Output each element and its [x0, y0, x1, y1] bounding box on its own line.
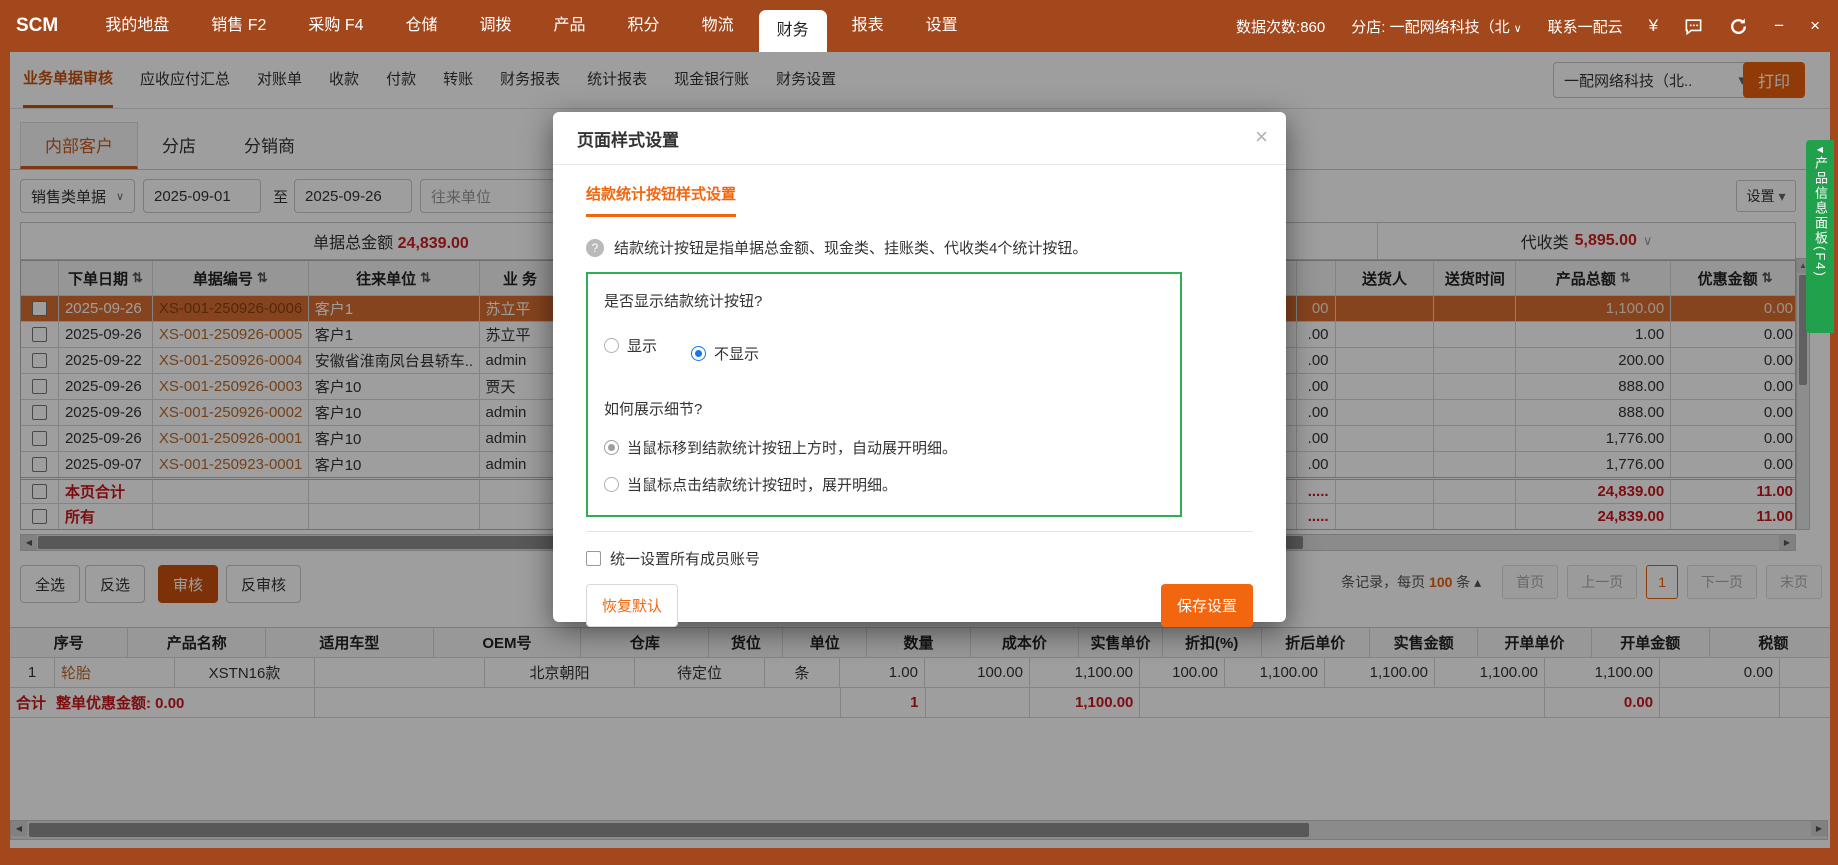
top-nav-item-label: 我的地盘: [105, 17, 169, 34]
top-right-cluster: 数据次数:860 分店: 一配网络科技（北 ∨ 联系一配云 ¥ − ×: [1210, 0, 1838, 52]
modal-title: 页面样式设置: [577, 126, 679, 151]
radio-hover-expand[interactable]: 当鼠标移到结款统计按钮上方时，自动展开明细。: [604, 437, 1164, 458]
top-nav-item[interactable]: 设置: [926, 0, 958, 52]
settings-group: 是否显示结款统计按钮? 显示 不显示 如何展示细节? 当鼠标移到结款统计按钮上方…: [586, 272, 1182, 517]
radio-icon[interactable]: [604, 477, 619, 492]
branch-label: 分店: 一配网络科技（北: [1351, 19, 1509, 36]
page-frame-left: [0, 52, 10, 865]
radio-click-expand[interactable]: 当鼠标点击结款统计按钮时，展开明细。: [604, 474, 1164, 495]
close-window-button[interactable]: ×: [1810, 16, 1820, 36]
radio-hide[interactable]: 不显示: [691, 343, 759, 364]
help-icon: ?: [586, 239, 604, 257]
product-info-panel-label: 产品信息面板(F4): [1807, 156, 1833, 278]
app-logo: SCM: [16, 0, 58, 52]
restore-default-button[interactable]: 恢复默认: [586, 584, 678, 627]
apply-all-members-checkbox-row[interactable]: 统一设置所有成员账号: [586, 548, 1253, 569]
top-nav-item-label: 销售 F2: [211, 17, 266, 34]
currency-icon[interactable]: ¥: [1649, 16, 1658, 36]
top-nav-item[interactable]: 产品: [554, 0, 586, 52]
top-nav-item[interactable]: 积分: [628, 0, 660, 52]
modal-header: 页面样式设置 ×: [553, 112, 1286, 165]
radio-hover-label: 当鼠标移到结款统计按钮上方时，自动展开明细。: [627, 437, 957, 458]
page-frame-bottom: [0, 848, 1838, 865]
top-nav-item-label: 积分: [628, 17, 660, 34]
modal-help-text: 结款统计按钮是指单据总金额、现金类、挂账类、代收类4个统计按钮。: [614, 237, 1087, 258]
top-nav-item-label: 仓储: [406, 17, 438, 34]
modal-body: 结款统计按钮样式设置 ? 结款统计按钮是指单据总金额、现金类、挂账类、代收类4个…: [553, 165, 1286, 627]
top-nav-item-label: 调拨: [480, 17, 512, 34]
contact-link[interactable]: 联系一配云: [1548, 16, 1623, 37]
radio-show-label: 显示: [627, 335, 657, 356]
branch-selector[interactable]: 分店: 一配网络科技（北 ∨: [1351, 16, 1521, 37]
top-nav-item[interactable]: 仓储: [406, 0, 438, 52]
top-nav-item[interactable]: 财务: [759, 10, 827, 52]
radio-selected-disabled-icon[interactable]: [604, 440, 619, 455]
message-icon[interactable]: [1684, 17, 1703, 36]
top-nav-items: 我的地盘 销售 F2 采购 F4 仓储 调拨 产品 积分 物流 财务 报表 设置: [84, 0, 978, 52]
top-nav-item[interactable]: 报表: [852, 0, 884, 52]
product-info-panel-tab[interactable]: ◀ 产品信息面板(F4): [1806, 140, 1834, 333]
checkbox-icon[interactable]: [586, 551, 601, 566]
top-nav-item-label: 物流: [702, 17, 734, 34]
top-nav-item[interactable]: 调拨: [480, 0, 512, 52]
radio-icon[interactable]: [604, 338, 619, 353]
question-detail-display: 如何展示细节?: [604, 398, 1164, 419]
top-nav-item[interactable]: 我的地盘: [105, 0, 169, 52]
modal-divider: [586, 531, 1253, 532]
top-nav-item[interactable]: 物流: [702, 0, 734, 52]
save-settings-button[interactable]: 保存设置: [1161, 584, 1253, 627]
modal-help-row: ? 结款统计按钮是指单据总金额、现金类、挂账类、代收类4个统计按钮。: [586, 237, 1253, 258]
top-nav-item[interactable]: 销售 F2: [211, 0, 266, 52]
page-style-settings-modal: 页面样式设置 × 结款统计按钮样式设置 ? 结款统计按钮是指单据总金额、现金类、…: [553, 112, 1286, 622]
top-nav-item-label: 设置: [926, 17, 958, 34]
top-nav-bar: SCM 我的地盘 销售 F2 采购 F4 仓储 调拨 产品 积分 物流 财务 报表 设置 数据次数:…: [0, 0, 1838, 52]
top-nav-item-label: 报表: [852, 17, 884, 34]
radio-hide-label: 不显示: [714, 343, 759, 364]
question-show-buttons: 是否显示结款统计按钮?: [604, 290, 1164, 311]
top-nav-item-label: 产品: [554, 17, 586, 34]
minimize-button[interactable]: −: [1774, 16, 1784, 36]
close-icon[interactable]: ×: [1255, 124, 1268, 150]
radio-click-label: 当鼠标点击结款统计按钮时，展开明细。: [627, 474, 897, 495]
collapse-left-icon: ◀: [1817, 145, 1823, 154]
show-options: 显示 不显示: [604, 327, 1164, 364]
chevron-down-icon: ∨: [1514, 23, 1522, 35]
radio-selected-icon[interactable]: [691, 346, 706, 361]
apply-all-members-label: 统一设置所有成员账号: [610, 548, 760, 569]
top-nav-item[interactable]: 采购 F4: [308, 0, 363, 52]
refresh-icon[interactable]: [1729, 17, 1748, 36]
modal-footer: 恢复默认 保存设置: [586, 584, 1253, 627]
top-nav-item-label: 采购 F4: [308, 17, 363, 34]
top-nav-item-label: 财务: [777, 22, 809, 39]
data-count-label: 数据次数:860: [1236, 16, 1325, 37]
radio-show[interactable]: 显示: [604, 327, 657, 364]
tab-settle-button-style[interactable]: 结款统计按钮样式设置: [586, 183, 736, 217]
